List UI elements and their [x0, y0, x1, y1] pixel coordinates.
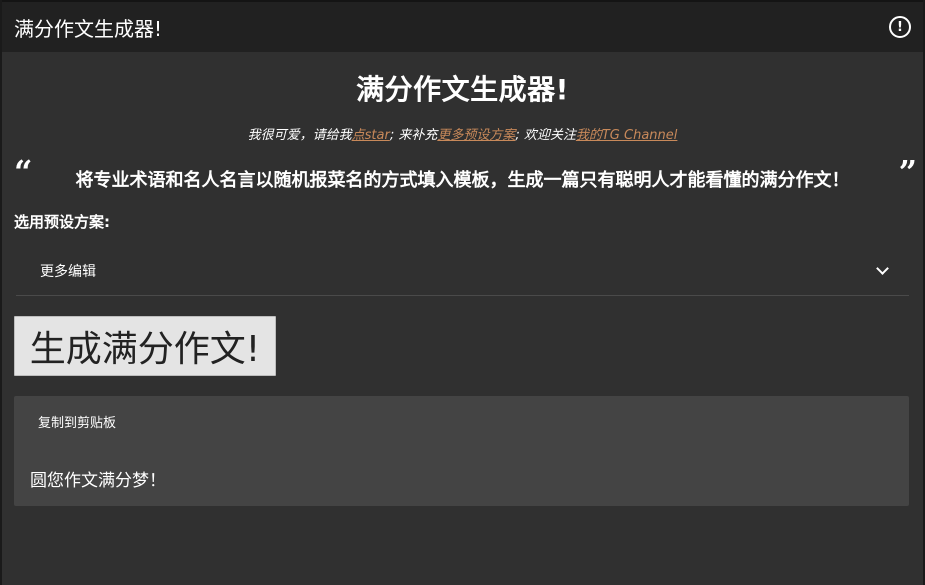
- essay-output-text: 圆您作文满分梦！: [30, 471, 166, 491]
- preset-label: 选用预设方案:: [14, 213, 110, 231]
- generate-essay-button[interactable]: 生成满分作文!: [14, 316, 276, 376]
- preset-select[interactable]: 更多编辑: [16, 246, 909, 296]
- intro-text-1: 我很可爱，请给我: [247, 128, 352, 143]
- tagline-quote: “ 将专业术语和名人名言以随机报菜名的方式填入模板，生成一篇只有聪明人才能看懂的…: [2, 153, 923, 203]
- star-link[interactable]: 点star: [352, 128, 390, 143]
- preset-selected-value: 更多编辑: [40, 263, 96, 280]
- open-quote-icon: “: [14, 153, 33, 191]
- copy-to-clipboard-button[interactable]: 复制到剪贴板: [38, 412, 116, 431]
- chevron-down-icon: [876, 262, 889, 275]
- info-circle-icon[interactable]: !: [889, 16, 911, 38]
- close-quote-icon: ”: [898, 153, 917, 191]
- app-window: 满分作文生成器! ! 满分作文生成器! 我很可爱，请给我点star; 来补充更多…: [0, 0, 925, 585]
- intro-line: 我很可爱，请给我点star; 来补充更多预设方案; 欢迎关注我的TG Chann…: [2, 124, 923, 143]
- tg-channel-link[interactable]: 我的TG Channel: [576, 128, 678, 143]
- tagline-text: 将专业术语和名人名言以随机报菜名的方式填入模板，生成一篇只有聪明人才能看懂的满分…: [75, 170, 850, 191]
- page-title: 满分作文生成器!: [356, 73, 569, 106]
- intro-text-3: ; 欢迎关注: [515, 128, 576, 143]
- app-title: 满分作文生成器!: [14, 16, 163, 41]
- exclamation-glyph: !: [897, 19, 903, 35]
- output-card: 复制到剪贴板 圆您作文满分梦！: [14, 396, 909, 506]
- more-presets-link[interactable]: 更多预设方案: [437, 128, 515, 143]
- top-app-bar: 满分作文生成器! !: [2, 0, 923, 52]
- intro-text-2: ; 来补充: [389, 128, 438, 143]
